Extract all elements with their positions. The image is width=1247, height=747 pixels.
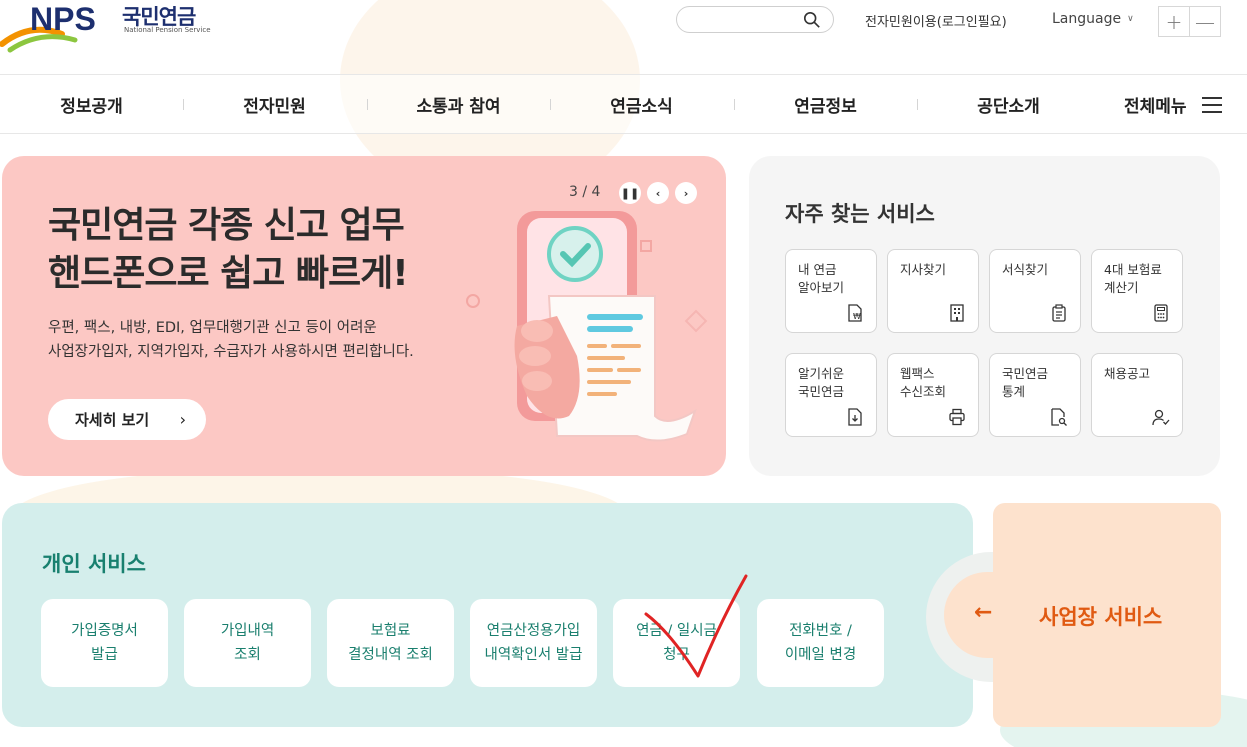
- personal-service-card[interactable]: 연금 / 일시금 청구: [613, 599, 740, 687]
- logo-mark-text: NPS: [30, 1, 96, 37]
- banner-detail-button[interactable]: 자세히 보기 ›: [48, 399, 206, 440]
- logo-subtitle: National Pension Service: [124, 26, 211, 34]
- business-services-tab[interactable]: [944, 572, 1054, 658]
- gnb-item-info[interactable]: 정보공개: [0, 92, 183, 117]
- search-input[interactable]: [676, 6, 834, 33]
- service-recruitment[interactable]: 채용공고: [1091, 353, 1183, 437]
- e-civil-login-link[interactable]: 전자민원이용(로그인필요): [865, 11, 1007, 30]
- printer-icon: [949, 408, 965, 426]
- banner-title-line1: 국민연금 각종 신고 업무: [48, 205, 405, 246]
- gnb-item-e-civil[interactable]: 전자민원: [183, 92, 366, 117]
- service-label: 서식찾기: [1002, 262, 1049, 277]
- personal-service-card[interactable]: 전화번호 / 이메일 변경: [757, 599, 884, 687]
- service-label: 4대 보험료 계산기: [1104, 262, 1162, 295]
- service-pension-statistics[interactable]: 국민연금 통계: [989, 353, 1081, 437]
- banner-detail-label: 자세히 보기: [75, 411, 150, 429]
- language-selector[interactable]: Language ∨: [1052, 11, 1134, 27]
- personal-service-card[interactable]: 가입증명서 발급: [41, 599, 168, 687]
- hamburger-icon[interactable]: [1202, 97, 1222, 113]
- personal-service-card[interactable]: 가입내역 조회: [184, 599, 311, 687]
- service-form-finder[interactable]: 서식찾기: [989, 249, 1081, 333]
- service-label: 알기쉬운 국민연금: [798, 366, 845, 399]
- all-menu-button[interactable]: 전체메뉴: [1124, 92, 1187, 117]
- document-download-icon: [848, 408, 862, 426]
- gnb-item-about[interactable]: 공단소개: [917, 92, 1100, 117]
- service-label: 국민연금 통계: [1002, 366, 1049, 399]
- frequent-services-title: 자주 찾는 서비스: [785, 202, 935, 226]
- service-easy-pension[interactable]: 알기쉬운 국민연금: [785, 353, 877, 437]
- personal-services-title: 개인 서비스: [42, 552, 146, 576]
- banner-title: 국민연금 각종 신고 업무 핸드폰으로 쉽고 빠르게!: [48, 202, 409, 298]
- calculator-icon: [1154, 304, 1168, 322]
- service-label: 내 연금 알아보기: [798, 262, 845, 295]
- gnb-item-pension-info[interactable]: 연금정보: [734, 92, 917, 117]
- building-icon: [950, 304, 964, 322]
- frequent-services: 자주 찾는 서비스 내 연금 알아보기 ₩ 지사찾기 서식찾기 4대 보험료 계…: [749, 156, 1220, 476]
- nps-logo-mark: NPS: [0, 1, 96, 53]
- gnb-item-communication[interactable]: 소통과 참여: [367, 92, 550, 117]
- service-label: 웹팩스 수신조회: [900, 366, 947, 399]
- user-check-icon: [1152, 409, 1170, 426]
- language-label: Language: [1052, 11, 1122, 27]
- pension-doc-icon: ₩: [848, 304, 862, 322]
- doc-search-icon: [1051, 408, 1067, 426]
- banner-desc-line2: 사업장가입자, 지역가입자, 수급자가 사용하시면 편리합니다.: [48, 344, 414, 360]
- phone-receipt-illustration: [466, 211, 708, 442]
- main-navigation: 정보공개 전자민원 소통과 참여 연금소식 연금정보 공단소개 전체메뉴: [0, 74, 1247, 134]
- gnb-item-news[interactable]: 연금소식: [550, 92, 733, 117]
- chevron-down-icon: ∨: [1127, 14, 1134, 24]
- service-label: 채용공고: [1104, 366, 1151, 381]
- business-services-label[interactable]: 사업장 서비스: [1039, 601, 1162, 631]
- personal-services: 개인 서비스 가입증명서 발급 가입내역 조회 보험료 결정내역 조회 연금산정…: [2, 503, 973, 727]
- personal-service-card[interactable]: 보험료 결정내역 조회: [327, 599, 454, 687]
- service-insurance-calculator[interactable]: 4대 보험료 계산기: [1091, 249, 1183, 333]
- banner-desc-line1: 우편, 팩스, 내방, EDI, 업무대행기관 신고 등이 어려운: [48, 320, 377, 336]
- clipboard-icon: [1052, 304, 1066, 322]
- banner-title-line2: 핸드폰으로 쉽고 빠르게!: [48, 253, 409, 294]
- chevron-right-icon: ›: [179, 410, 186, 429]
- service-my-pension[interactable]: 내 연금 알아보기 ₩: [785, 249, 877, 333]
- site-header: NPS 국민연금 National Pension Service 전자민원이용…: [0, 0, 1247, 74]
- banner-description: 우편, 팩스, 내방, EDI, 업무대행기관 신고 등이 어려운 사업장가입자…: [48, 316, 414, 364]
- svg-text:₩: ₩: [853, 312, 861, 321]
- zoom-out-button[interactable]: —: [1189, 7, 1220, 36]
- arrow-left-icon: ←: [974, 600, 993, 625]
- zoom-controls: + —: [1158, 6, 1221, 37]
- personal-service-card[interactable]: 연금산정용가입 내역확인서 발급: [470, 599, 597, 687]
- service-label: 지사찾기: [900, 262, 947, 277]
- service-branch-finder[interactable]: 지사찾기: [887, 249, 979, 333]
- nps-logo[interactable]: NPS 국민연금 National Pension Service: [0, 0, 215, 55]
- search-icon[interactable]: [803, 11, 821, 29]
- zoom-in-button[interactable]: +: [1159, 7, 1189, 36]
- promo-banner: 국민연금 각종 신고 업무 핸드폰으로 쉽고 빠르게! 우편, 팩스, 내방, …: [2, 156, 726, 476]
- service-webfax[interactable]: 웹팩스 수신조회: [887, 353, 979, 437]
